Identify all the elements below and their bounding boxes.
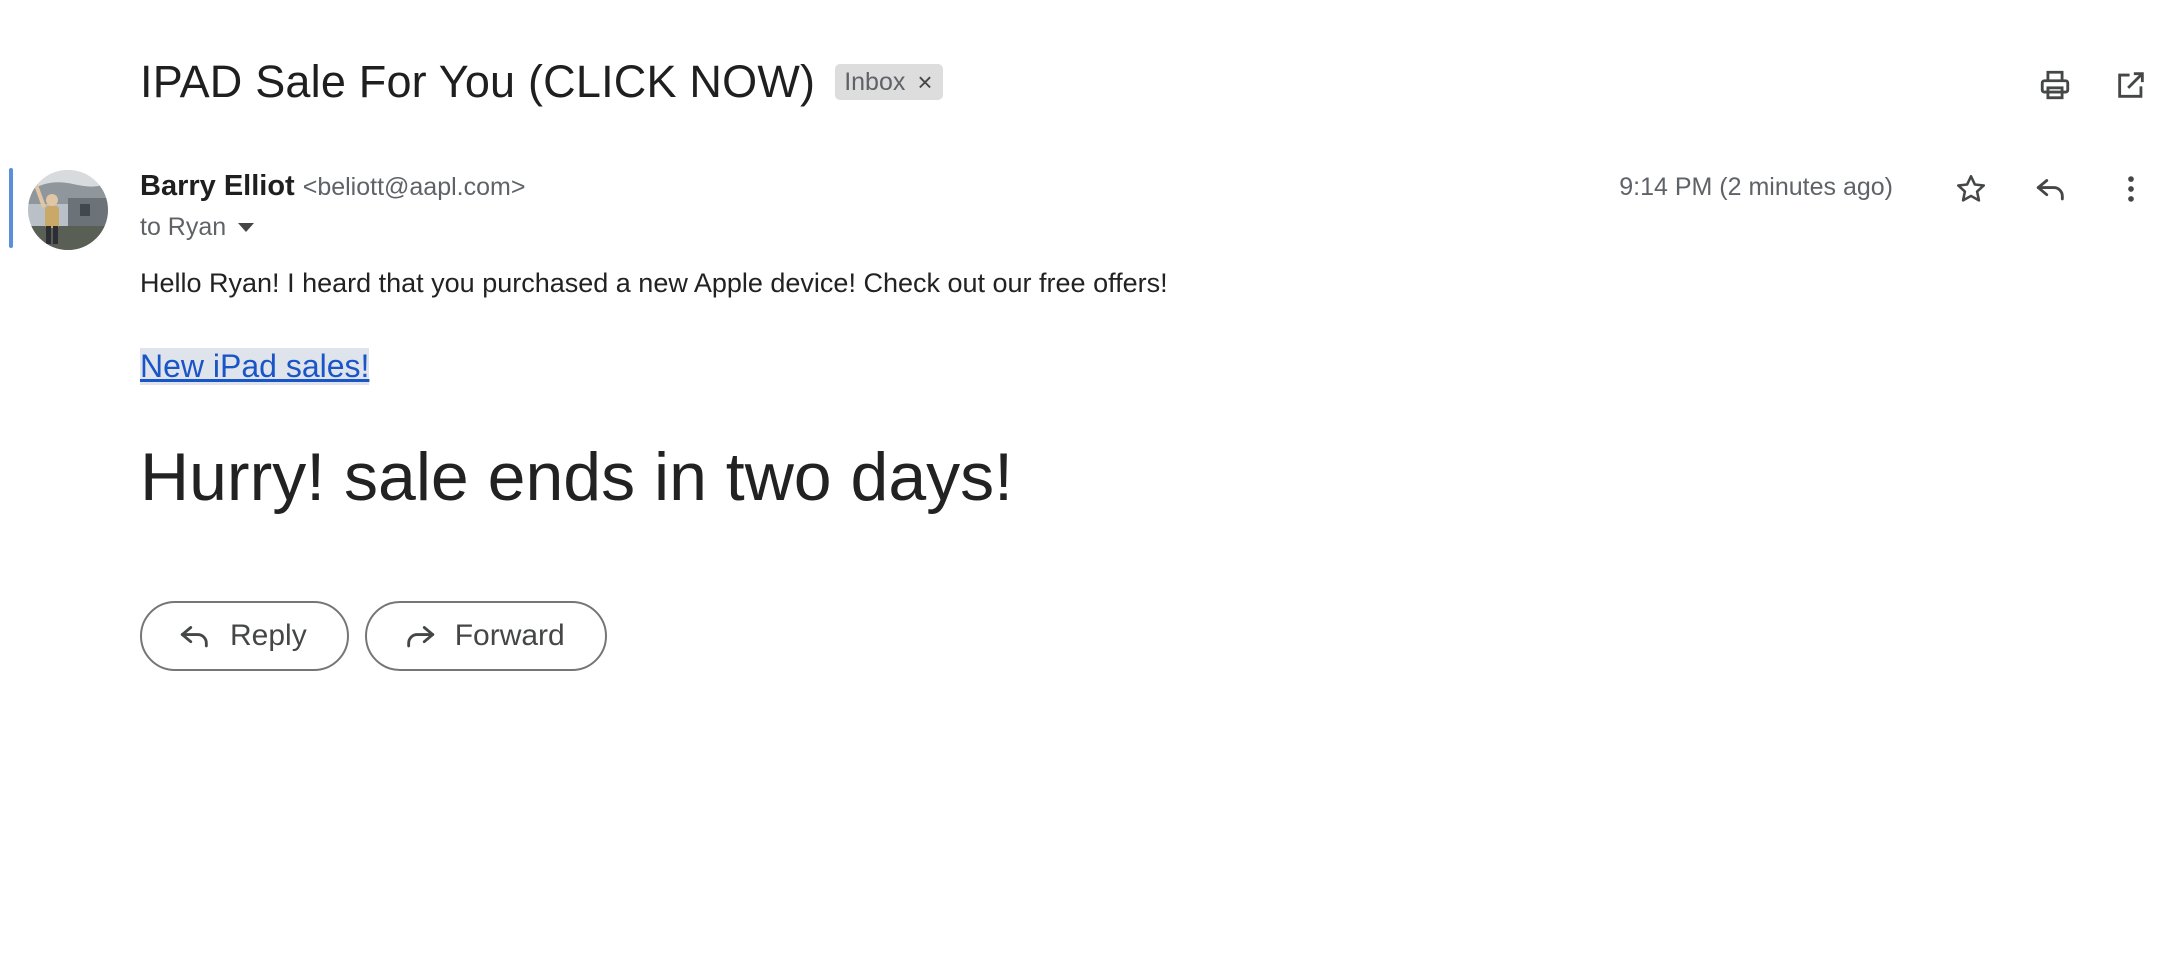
message-headline: Hurry! sale ends in two days! xyxy=(140,439,1014,515)
more-vert-icon[interactable] xyxy=(2112,170,2150,208)
email-view: IPAD Sale For You (CLICK NOW) Inbox × Ba… xyxy=(0,0,2168,968)
print-icon[interactable] xyxy=(2036,66,2074,104)
top-toolbar xyxy=(2036,66,2150,104)
reply-button-label: Reply xyxy=(230,619,307,652)
message-timestamp: 9:14 PM (2 minutes ago) xyxy=(1619,173,1893,201)
recipients-text: to Ryan xyxy=(140,213,227,241)
message-body-text: Hello Ryan! I heard that you purchased a… xyxy=(140,268,1168,298)
label-chip-text: Inbox xyxy=(844,67,906,96)
sender-avatar[interactable] xyxy=(28,170,108,250)
inbox-label-chip[interactable]: Inbox × xyxy=(835,64,943,100)
reply-icon xyxy=(180,626,208,648)
sender-line: Barry Elliot <beliott@aapl.com> xyxy=(140,170,525,203)
forward-button[interactable]: Forward xyxy=(364,601,607,671)
message-actions xyxy=(1952,170,2150,208)
recipients-toggle[interactable]: to Ryan xyxy=(140,213,255,242)
star-icon[interactable] xyxy=(1952,170,1990,208)
reply-icon[interactable] xyxy=(2032,170,2070,208)
sender-name[interactable]: Barry Elliot xyxy=(140,170,295,203)
sender-email: <beliott@aapl.com> xyxy=(302,173,526,201)
caret-down-icon[interactable] xyxy=(238,223,255,232)
focus-indicator xyxy=(9,168,13,248)
forward-icon xyxy=(406,626,434,648)
subject-row: IPAD Sale For You (CLICK NOW) Inbox × xyxy=(140,56,943,108)
email-subject: IPAD Sale For You (CLICK NOW) xyxy=(140,56,816,107)
open-in-new-window-icon[interactable] xyxy=(2112,66,2150,104)
reply-forward-actions: Reply Forward xyxy=(140,601,607,671)
reply-button[interactable]: Reply xyxy=(140,601,349,671)
promo-link[interactable]: New iPad sales! xyxy=(140,348,370,385)
remove-label-icon[interactable]: × xyxy=(917,67,932,98)
forward-button-label: Forward xyxy=(454,619,565,652)
